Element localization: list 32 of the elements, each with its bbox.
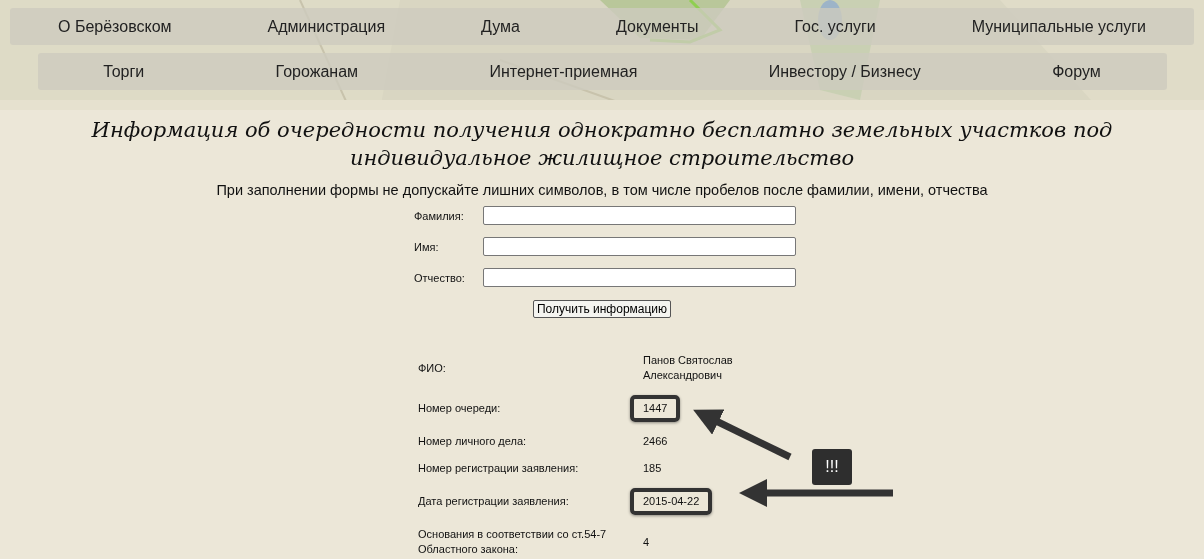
result-value: Панов Святослав Александрович: [643, 353, 734, 383]
result-value: 4: [643, 534, 651, 550]
result-value: 185: [643, 461, 663, 476]
nav-link[interactable]: Форум: [1052, 62, 1101, 81]
nav-link[interactable]: Дума: [481, 17, 520, 36]
input-field[interactable]: [483, 206, 796, 225]
result-label: Основания в соответствии со ст.54-7 Областного закона:: [418, 527, 608, 557]
nav-link[interactable]: Инвестору / Бизнесу: [768, 62, 921, 81]
input-field[interactable]: [483, 268, 796, 287]
nav-link[interactable]: Муниципальные услуги: [971, 17, 1146, 36]
submit-button[interactable]: Получить информацию: [532, 300, 672, 318]
result-label: Номер личного дела:: [418, 434, 528, 449]
nav-link[interactable]: Горожанам: [275, 62, 359, 81]
nav-link[interactable]: Администрация: [267, 17, 386, 36]
result-label: Номер очереди:: [418, 401, 502, 416]
result-label: ФИО:: [418, 360, 447, 376]
highlighted-value: 1447: [630, 395, 681, 422]
annotation-badge: !!!: [812, 449, 852, 485]
nav-link[interactable]: О Берёзовском: [58, 17, 172, 36]
form-note: При заполнении формы не допускайте лишних символов, в том числе пробелов после фамилии, имени, отчества: [216, 182, 988, 198]
field-label: Имя:: [414, 240, 440, 253]
result-label: Номер регистрации заявления:: [418, 461, 580, 476]
highlighted-value: 2015-04-22: [630, 488, 713, 515]
nav-link[interactable]: Торги: [103, 62, 145, 81]
field-label: Отчество:: [414, 271, 466, 284]
input-field[interactable]: [483, 237, 796, 256]
field-label: Фамилия:: [414, 209, 465, 222]
nav-link[interactable]: Интернет-приемная: [489, 62, 638, 81]
result-value: 2466: [643, 434, 669, 449]
nav-link[interactable]: Гос. услуги: [794, 17, 876, 36]
result-label: Дата регистрации заявления:: [418, 494, 570, 509]
page-title: Информация об очередности получения однократно бесплатно земельных участков под индивидуальное жилищное строительство: [90, 117, 1114, 172]
